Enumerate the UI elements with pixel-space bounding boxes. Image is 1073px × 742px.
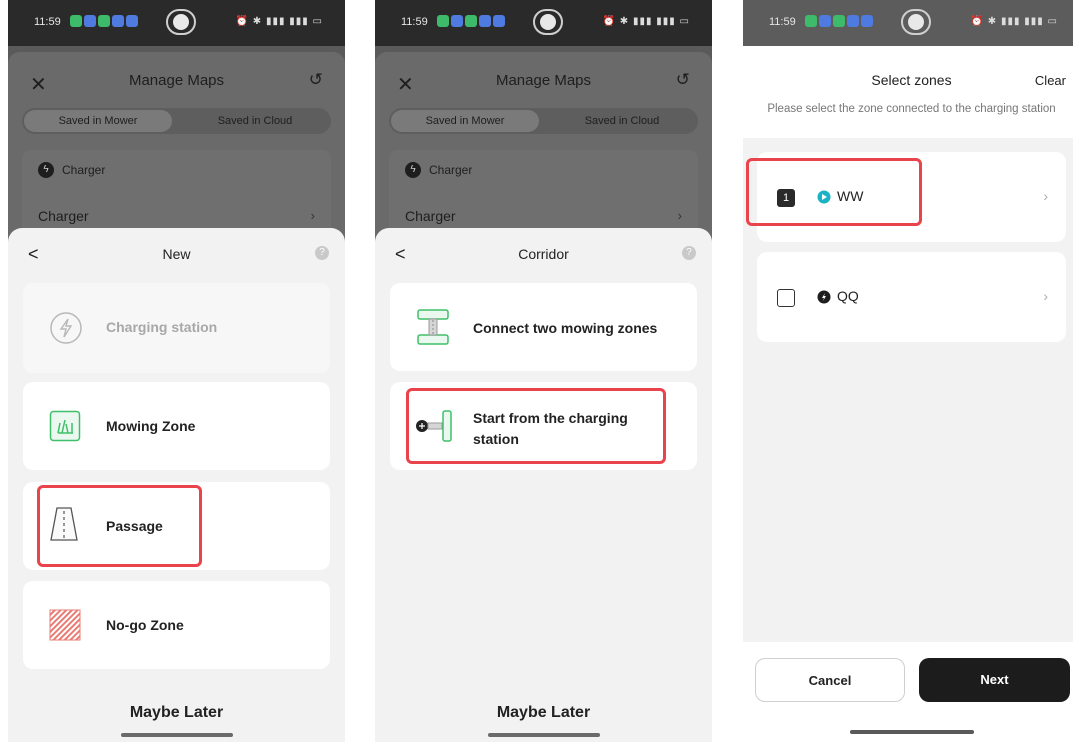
chevron-right-icon: › — [677, 208, 682, 223]
status-time: 11:59 — [769, 16, 796, 28]
camera-cutout — [166, 9, 196, 35]
zone-name: QQ — [837, 288, 859, 304]
sheet-title: New — [162, 246, 191, 262]
charger-bolt-icon: ϟ — [405, 162, 421, 178]
home-indicator — [487, 733, 600, 737]
page-title: Manage Maps — [495, 72, 592, 89]
charging-station-icon — [50, 312, 82, 344]
tab-saved-in-mower[interactable]: Saved in Mower — [24, 110, 172, 132]
highlight-box — [37, 485, 202, 567]
maybe-later-button[interactable]: Maybe Later — [375, 704, 712, 722]
manage-maps-panel: ✕ Manage Maps ↺ Saved in Mower Saved in … — [375, 52, 712, 242]
charger-section-label: Charger — [62, 163, 106, 177]
notification-icons — [805, 15, 873, 27]
screen-corridor: 11:59 ⏰ ✱ ▮▮▮ ▮▮▮ ▭ ✕ Manage Maps ↺ Save… — [375, 0, 712, 742]
cancel-button[interactable]: Cancel — [755, 658, 905, 702]
help-icon[interactable]: ? — [682, 246, 696, 260]
help-icon[interactable]: ? — [315, 246, 329, 260]
home-indicator — [849, 730, 974, 734]
saved-tabs: Saved in Mower Saved in Cloud — [389, 108, 698, 134]
highlight-box — [746, 158, 922, 226]
option-mowing-zone[interactable]: Mowing Zone — [23, 382, 330, 470]
grass-icon — [49, 410, 81, 442]
charger-bolt-icon — [817, 290, 831, 304]
chevron-right-icon: › — [310, 208, 315, 223]
undo-icon[interactable]: ↺ — [309, 70, 323, 90]
sheet-title: Corridor — [518, 246, 569, 262]
status-bar: 11:59 ⏰ ✱ ▮▮▮ ▮▮▮ ▭ — [8, 0, 345, 46]
page-title: Select zones — [871, 72, 952, 88]
tab-saved-in-cloud[interactable]: Saved in Cloud — [548, 110, 696, 132]
manage-maps-panel: ✕ Manage Maps ↺ Saved in Mower Saved in … — [8, 52, 345, 242]
option-no-go-zone[interactable]: No-go Zone — [23, 581, 330, 669]
signal-battery-icons: ⏰ ✱ ▮▮▮ ▮▮▮ ▭ — [602, 16, 690, 27]
tab-saved-in-cloud[interactable]: Saved in Cloud — [181, 110, 329, 132]
camera-cutout — [901, 9, 931, 35]
status-time: 11:59 — [401, 16, 428, 28]
charger-section-label: Charger — [429, 163, 473, 177]
screen-new: 11:59 ⏰ ✱ ▮▮▮ ▮▮▮ ▭ ✕ Manage Maps ↺ Save… — [8, 0, 345, 742]
option-label: Connect two mowing zones — [473, 320, 658, 336]
chevron-right-icon: › — [1043, 288, 1048, 304]
screen-select-zones: 11:59 ⏰ ✱ ▮▮▮ ▮▮▮ ▭ Select zones Clear P… — [743, 0, 1073, 742]
home-indicator — [120, 733, 233, 737]
zone-item-qq[interactable]: QQ › — [757, 252, 1066, 342]
signal-battery-icons: ⏰ ✱ ▮▮▮ ▮▮▮ ▭ — [235, 16, 323, 27]
chevron-right-icon: › — [1043, 188, 1048, 204]
status-bar: 11:59 ⏰ ✱ ▮▮▮ ▮▮▮ ▭ — [375, 0, 712, 46]
corridor-sheet: < Corridor ? Connect two mowing zones St… — [375, 228, 712, 742]
option-label: Charging station — [106, 319, 218, 335]
signal-battery-icons: ⏰ ✱ ▮▮▮ ▮▮▮ ▭ — [970, 16, 1058, 27]
clear-button[interactable]: Clear — [1035, 73, 1066, 88]
highlight-box — [406, 388, 666, 464]
action-bar: Cancel Next — [743, 642, 1073, 742]
camera-cutout — [533, 9, 563, 35]
option-charging-station[interactable]: Charging station — [23, 283, 330, 373]
charger-item[interactable]: Charger — [405, 208, 456, 224]
option-connect-two-zones[interactable]: Connect two mowing zones — [390, 283, 697, 371]
option-label: No-go Zone — [106, 617, 184, 633]
page-title: Manage Maps — [128, 72, 225, 89]
saved-tabs: Saved in Mower Saved in Cloud — [22, 108, 331, 134]
next-button[interactable]: Next — [919, 658, 1070, 702]
status-time: 11:59 — [34, 16, 61, 28]
no-go-zone-icon — [49, 609, 81, 641]
maybe-later-button[interactable]: Maybe Later — [8, 704, 345, 722]
instruction-text: Please select the zone connected to the … — [767, 103, 1056, 115]
notification-icons — [70, 15, 138, 27]
zone-checkbox[interactable] — [777, 289, 795, 307]
undo-icon[interactable]: ↺ — [676, 70, 690, 90]
tab-saved-in-mower[interactable]: Saved in Mower — [391, 110, 539, 132]
charger-item[interactable]: Charger — [38, 208, 89, 224]
charger-bolt-icon: ϟ — [38, 162, 54, 178]
option-label: Mowing Zone — [106, 418, 196, 434]
notification-icons — [437, 15, 505, 27]
status-bar: 11:59 ⏰ ✱ ▮▮▮ ▮▮▮ ▭ — [743, 0, 1073, 46]
connect-zones-icon — [417, 309, 449, 345]
